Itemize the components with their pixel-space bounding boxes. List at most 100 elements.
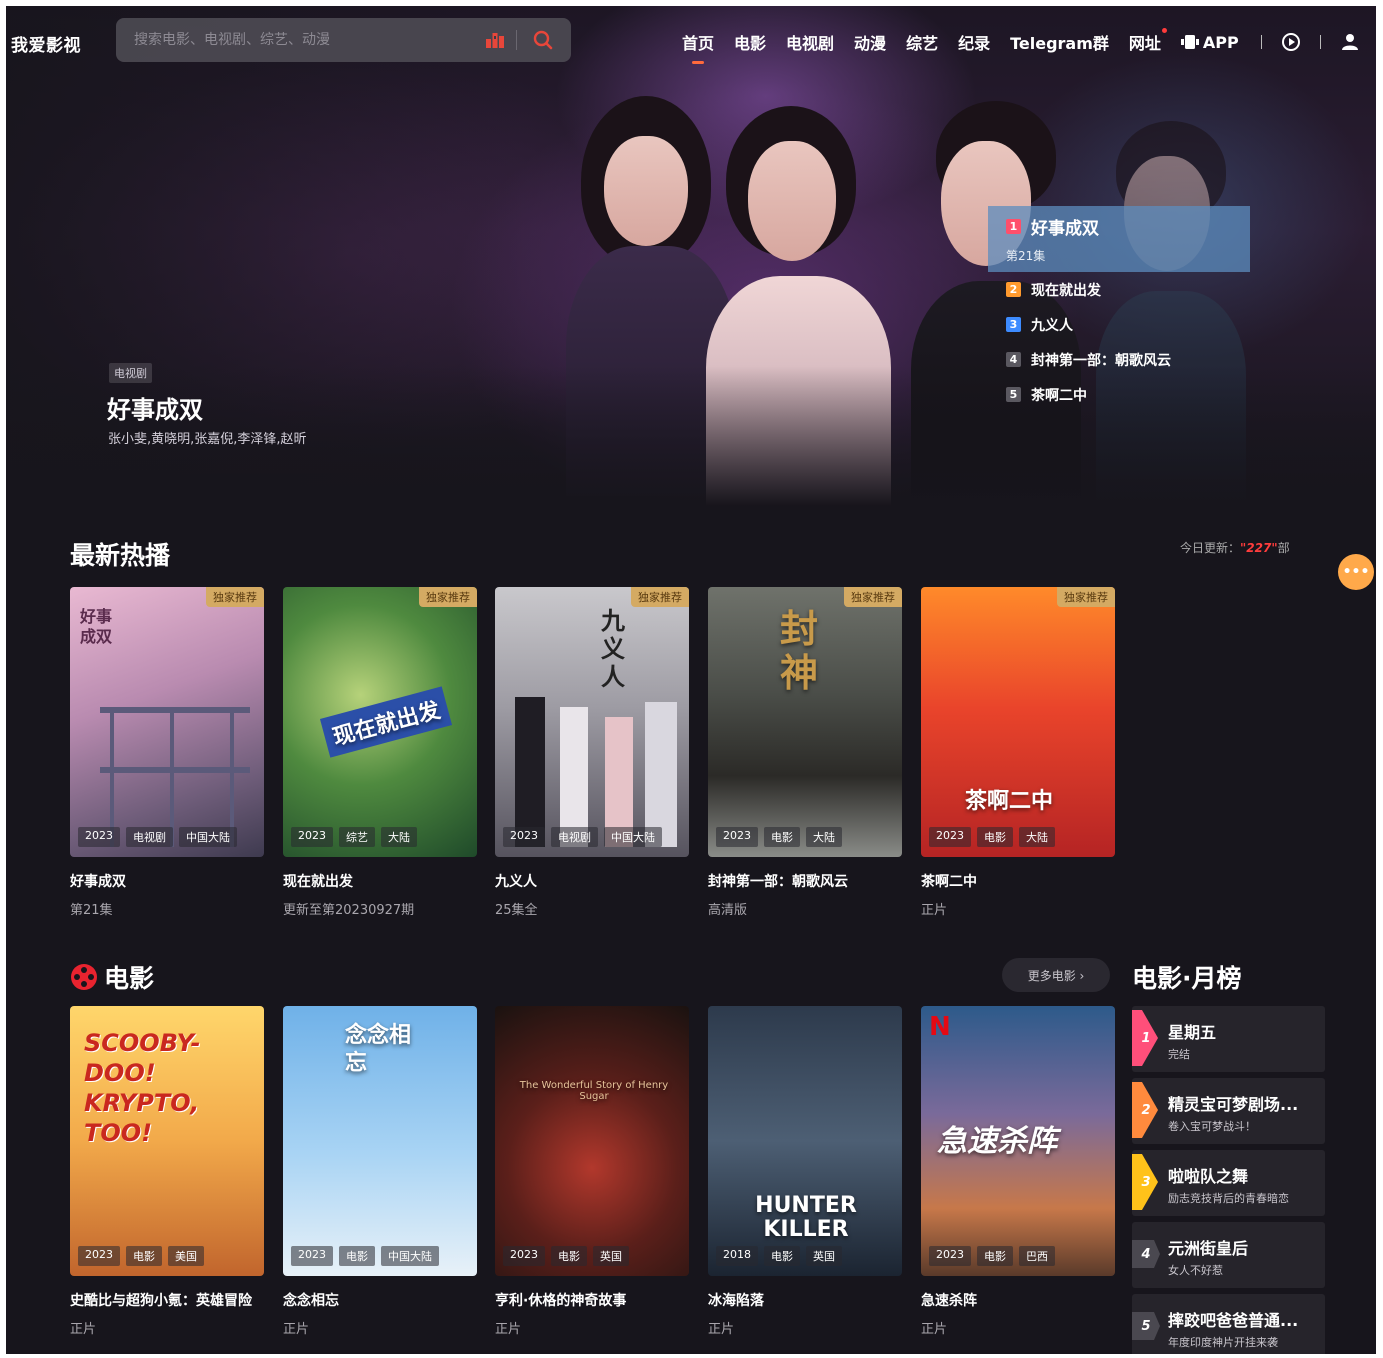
hero-banner[interactable]: 电视剧 好事成双 张小斐,黄晓明,张嘉倪,李泽锋,赵昕 1 好事成双 第21集 … xyxy=(6,6,1376,506)
ranking-item-5[interactable]: 5 摔跤吧爸爸普通... 年度印度神片开挂来袭 xyxy=(1132,1294,1325,1354)
hot-ranking-icon[interactable] xyxy=(484,30,506,50)
rank-number: 3 xyxy=(1141,1174,1151,1190)
section-title-monthly: 电影·月榜 xyxy=(1132,964,1242,993)
hero-title[interactable]: 好事成双 xyxy=(107,390,203,425)
poster-image[interactable]: 封神 独家推荐 2023 电影 大陆 xyxy=(708,587,902,857)
type-chip: 电影 xyxy=(551,1246,587,1266)
poster-title-text: 念念相忘 xyxy=(345,1023,412,1076)
poster-chips: 2023 电影 巴西 xyxy=(929,1246,1061,1266)
hero-list-item-1[interactable]: 1 好事成双 第21集 xyxy=(988,206,1250,272)
poster-image[interactable]: N 急速杀阵 2023 电影 巴西 xyxy=(921,1006,1115,1276)
monthly-ranking-list: 1 星期五 完结 2 精灵宝可梦剧场... 卷入宝可梦战斗！ 3 啦啦队之舞 励… xyxy=(1132,1006,1325,1354)
ranking-name: 摔跤吧爸爸普通... xyxy=(1168,1311,1299,1330)
nav-item-home[interactable]: 首页 xyxy=(682,30,714,64)
card-subtitle: 正片 xyxy=(921,1322,948,1337)
card-title[interactable]: 史酷比与超狗小氪：英雄冒险 xyxy=(70,1290,264,1310)
poster-chips: 2023 电视剧 中国大陆 xyxy=(78,827,243,847)
rank-number: 5 xyxy=(1141,1318,1151,1334)
hero-list-title: 现在就出发 xyxy=(1031,282,1101,299)
search-bar xyxy=(116,18,571,62)
poster-image[interactable]: 茶啊二中 独家推荐 2023 电影 大陆 xyxy=(921,587,1115,857)
region-chip: 英国 xyxy=(806,1246,842,1266)
type-chip: 电影 xyxy=(977,1246,1013,1266)
ranking-item-2[interactable]: 2 精灵宝可梦剧场... 卷入宝可梦战斗！ xyxy=(1132,1078,1325,1144)
hero-list-item-4[interactable]: 4 封神第一部：朝歌风云 xyxy=(988,342,1250,377)
poster-image[interactable]: 现在就出发 独家推荐 2023 综艺 大陆 xyxy=(283,587,477,857)
hot-card-1[interactable]: 好事成双 独家推荐 2023 电视剧 中国大陆 好事成双 第21集 xyxy=(70,587,264,918)
rank-flag: 1 xyxy=(1132,1010,1160,1066)
region-chip: 中国大陆 xyxy=(381,1246,439,1266)
hero-list-item-3[interactable]: 3 九义人 xyxy=(988,307,1250,342)
more-float-button[interactable]: ••• xyxy=(1338,554,1374,590)
type-chip: 电影 xyxy=(764,827,800,847)
poster-title-text: 封神 xyxy=(780,607,819,695)
poster-image[interactable]: The Wonderful Story of Henry Sugar 2023 … xyxy=(495,1006,689,1276)
card-title[interactable]: 封神第一部：朝歌风云 xyxy=(708,871,902,891)
movie-card-2[interactable]: 念念相忘 2023 电影 中国大陆 念念相忘 正片 xyxy=(283,1006,477,1337)
search-input[interactable] xyxy=(134,29,464,51)
nav-item-anime[interactable]: 动漫 xyxy=(854,30,886,54)
hero-list-item-2[interactable]: 2 现在就出发 xyxy=(988,272,1250,307)
ranking-name: 啦啦队之舞 xyxy=(1168,1167,1249,1186)
card-title[interactable]: 好事成双 xyxy=(70,871,264,891)
poster-image[interactable]: 好事成双 独家推荐 2023 电视剧 中国大陆 xyxy=(70,587,264,857)
poster-image[interactable]: HUNTER KILLER 2018 电影 英国 xyxy=(708,1006,902,1276)
poster-image[interactable]: 念念相忘 2023 电影 中国大陆 xyxy=(283,1006,477,1276)
ranking-name: 精灵宝可梦剧场... xyxy=(1168,1095,1299,1114)
card-title[interactable]: 茶啊二中 xyxy=(921,871,1115,891)
rank-badge: 3 xyxy=(1006,317,1021,332)
nav-item-movies[interactable]: 电影 xyxy=(734,30,766,54)
hot-card-2[interactable]: 现在就出发 独家推荐 2023 综艺 大陆 现在就出发 更新至第20230927… xyxy=(283,587,477,918)
poster-chips: 2018 电影 英国 xyxy=(716,1246,848,1266)
card-subtitle: 高清版 xyxy=(708,903,748,918)
card-subtitle: 正片 xyxy=(70,1322,97,1337)
movie-card-1[interactable]: SCOOBY-DOO! KRYPTO, TOO! 2023 电影 美国 史酷比与… xyxy=(70,1006,264,1337)
year-chip: 2023 xyxy=(291,1246,333,1266)
poster-image[interactable]: SCOOBY-DOO! KRYPTO, TOO! 2023 电影 美国 xyxy=(70,1006,264,1276)
app-download-button[interactable]: APP xyxy=(1180,33,1239,52)
nav-item-documentary[interactable]: 纪录 xyxy=(958,30,990,54)
hot-card-5[interactable]: 茶啊二中 独家推荐 2023 电影 大陆 茶啊二中 正片 xyxy=(921,587,1115,918)
nav-item-urls[interactable]: 网址 xyxy=(1129,28,1167,54)
ranking-item-4[interactable]: 4 元洲街皇后 女人不好惹 xyxy=(1132,1222,1325,1288)
region-chip: 中国大陆 xyxy=(604,827,662,847)
year-chip: 2023 xyxy=(716,827,758,847)
type-chip: 电影 xyxy=(126,1246,162,1266)
rank-flag: 2 xyxy=(1132,1082,1160,1138)
section-title-hot: 最新热播 xyxy=(70,541,171,570)
movie-card-4[interactable]: HUNTER KILLER 2018 电影 英国 冰海陷落 正片 xyxy=(708,1006,902,1337)
hero-list-title: 九义人 xyxy=(1031,317,1073,334)
site-logo[interactable]: 我爱影视 xyxy=(11,31,81,56)
hot-card-3[interactable]: 九义人 独家推荐 2023 电视剧 中国大陆 九义人 25集全 xyxy=(495,587,689,918)
region-chip: 大陆 xyxy=(806,827,842,847)
ranking-item-1[interactable]: 1 星期五 完结 xyxy=(1132,1006,1325,1072)
movie-card-5[interactable]: N 急速杀阵 2023 电影 巴西 急速杀阵 正片 xyxy=(921,1006,1115,1337)
hero-ranking-list: 1 好事成双 第21集 2 现在就出发 3 九义人 4 封神第一部：朝歌风云 5… xyxy=(988,206,1250,412)
ranking-item-3[interactable]: 3 啦啦队之舞 励志竞技背后的青春暗恋 xyxy=(1132,1150,1325,1216)
card-title[interactable]: 念念相忘 xyxy=(283,1290,477,1310)
history-play-icon[interactable] xyxy=(1280,31,1302,53)
card-title[interactable]: 九义人 xyxy=(495,871,689,891)
nav-item-telegram[interactable]: Telegram群 xyxy=(1010,30,1109,54)
movie-card-3[interactable]: The Wonderful Story of Henry Sugar 2023 … xyxy=(495,1006,689,1337)
netflix-logo: N xyxy=(929,1012,951,1042)
year-chip: 2023 xyxy=(78,827,120,847)
user-icon[interactable] xyxy=(1339,31,1361,53)
card-title[interactable]: 急速杀阵 xyxy=(921,1290,1115,1310)
hero-list-item-5[interactable]: 5 茶啊二中 xyxy=(988,377,1250,412)
search-icon[interactable] xyxy=(531,28,555,52)
hot-card-4[interactable]: 封神 独家推荐 2023 电影 大陆 封神第一部：朝歌风云 高清版 xyxy=(708,587,902,918)
card-title[interactable]: 现在就出发 xyxy=(283,871,477,891)
nav-item-tv[interactable]: 电视剧 xyxy=(786,30,834,54)
rank-badge: 4 xyxy=(1006,352,1021,367)
year-chip: 2023 xyxy=(929,827,971,847)
card-subtitle: 更新至第20230927期 xyxy=(283,903,415,918)
exclusive-badge: 独家推荐 xyxy=(206,587,264,607)
card-title[interactable]: 冰海陷落 xyxy=(708,1290,902,1310)
poster-image[interactable]: 九义人 独家推荐 2023 电视剧 中国大陆 xyxy=(495,587,689,857)
more-movies-button[interactable]: 更多电影 › xyxy=(1002,958,1110,992)
nav-item-variety[interactable]: 综艺 xyxy=(906,30,938,54)
poster-chips: 2023 电影 美国 xyxy=(78,1246,210,1266)
main-nav: 首页 电影 电视剧 动漫 综艺 纪录 Telegram群 网址 APP xyxy=(682,28,1361,64)
card-title[interactable]: 亨利·休格的神奇故事 xyxy=(495,1290,689,1310)
